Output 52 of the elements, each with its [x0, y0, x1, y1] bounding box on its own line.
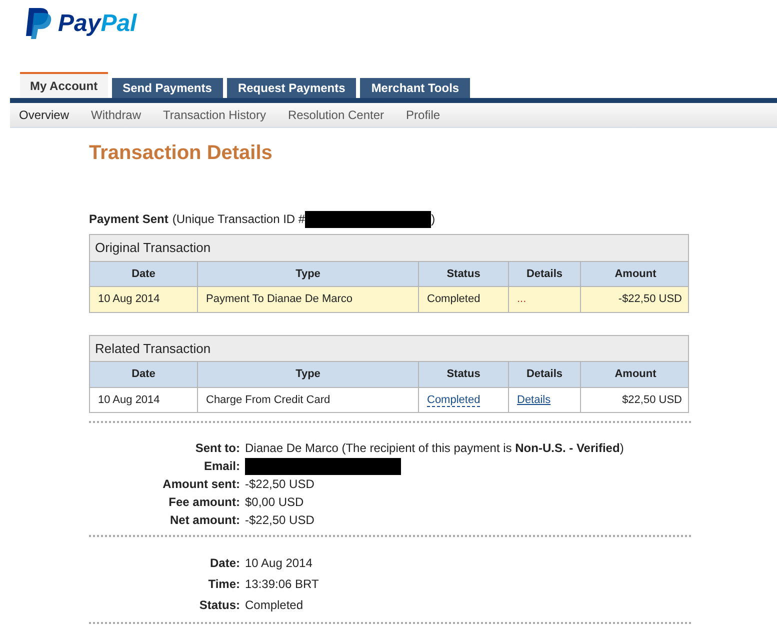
table-title: Original Transaction [90, 235, 688, 262]
column-header: Details [509, 262, 581, 286]
table-cell-text: $22,50 USD [621, 392, 683, 408]
details-text: ... [517, 293, 526, 305]
table-title: Related Transaction [90, 336, 688, 362]
nav-tab[interactable]: Request Payments [226, 78, 356, 98]
nav-tab[interactable]: Merchant Tools [360, 78, 470, 98]
table-cell: 10 Aug 2014 [90, 287, 198, 312]
transaction-id-label: (Unique Transaction ID # [172, 211, 306, 228]
field-label: Time: [207, 576, 241, 593]
column-header: Date [90, 362, 198, 386]
logo-wordmark: PayPal [58, 9, 137, 39]
closing-parenthesis: ) [431, 211, 436, 228]
column-header: Amount [614, 367, 658, 382]
page-title: Transaction Details [89, 141, 274, 166]
field-label: Status: [198, 597, 241, 614]
field-value: 13:39:06 BRT [245, 576, 319, 593]
status-text: Completed [427, 293, 480, 305]
nav-tab[interactable]: My Account [20, 72, 108, 98]
field-label: Amount sent: [162, 476, 241, 493]
logo-icon [26, 8, 52, 40]
field-label: Fee amount: [168, 494, 241, 511]
table-cell-text: -$22,50 USD [617, 292, 683, 307]
field-value: 10 Aug 2014 [245, 555, 312, 572]
subnav-link[interactable]: Withdraw [91, 106, 142, 124]
field-value: -$22,50 USD [245, 476, 314, 493]
column-header: Amount [614, 266, 658, 282]
column-header: Type [198, 262, 419, 286]
field-value: Dianae De Marco (The recipient of this payment is Non-U.S. - Verified) [245, 440, 624, 457]
column-header: Details [509, 362, 581, 386]
field-label: Sent to: [194, 440, 241, 457]
field-label: Date: [208, 555, 241, 572]
subnav-link[interactable]: Resolution Center [288, 106, 384, 124]
field-label: Net amount: [169, 512, 241, 529]
field-value: $0,00 USD [245, 494, 304, 511]
field-label: Email: [202, 458, 241, 475]
field-value: Completed [245, 597, 304, 614]
column-header: Status [419, 262, 509, 286]
subnav-link[interactable]: Overview [19, 106, 70, 124]
column-header: Date [90, 262, 198, 286]
field-value: -$22,50 USD [245, 512, 314, 529]
table-cell: Payment To Dianae De Marco [198, 287, 419, 312]
column-header: Status [419, 362, 509, 386]
payment-status-label: Payment Sent [89, 211, 168, 228]
subnav-link[interactable]: Profile [406, 106, 440, 124]
status-tooltip-link[interactable]: Completed [427, 394, 480, 406]
table-cell: 10 Aug 2014 [90, 388, 198, 412]
table-cell: Charge From Credit Card [198, 388, 419, 412]
subnav-link[interactable]: Transaction History [163, 106, 266, 124]
details-link[interactable]: Details [517, 394, 551, 406]
nav-tab[interactable]: Send Payments [112, 78, 223, 98]
column-header: Type [198, 362, 419, 386]
